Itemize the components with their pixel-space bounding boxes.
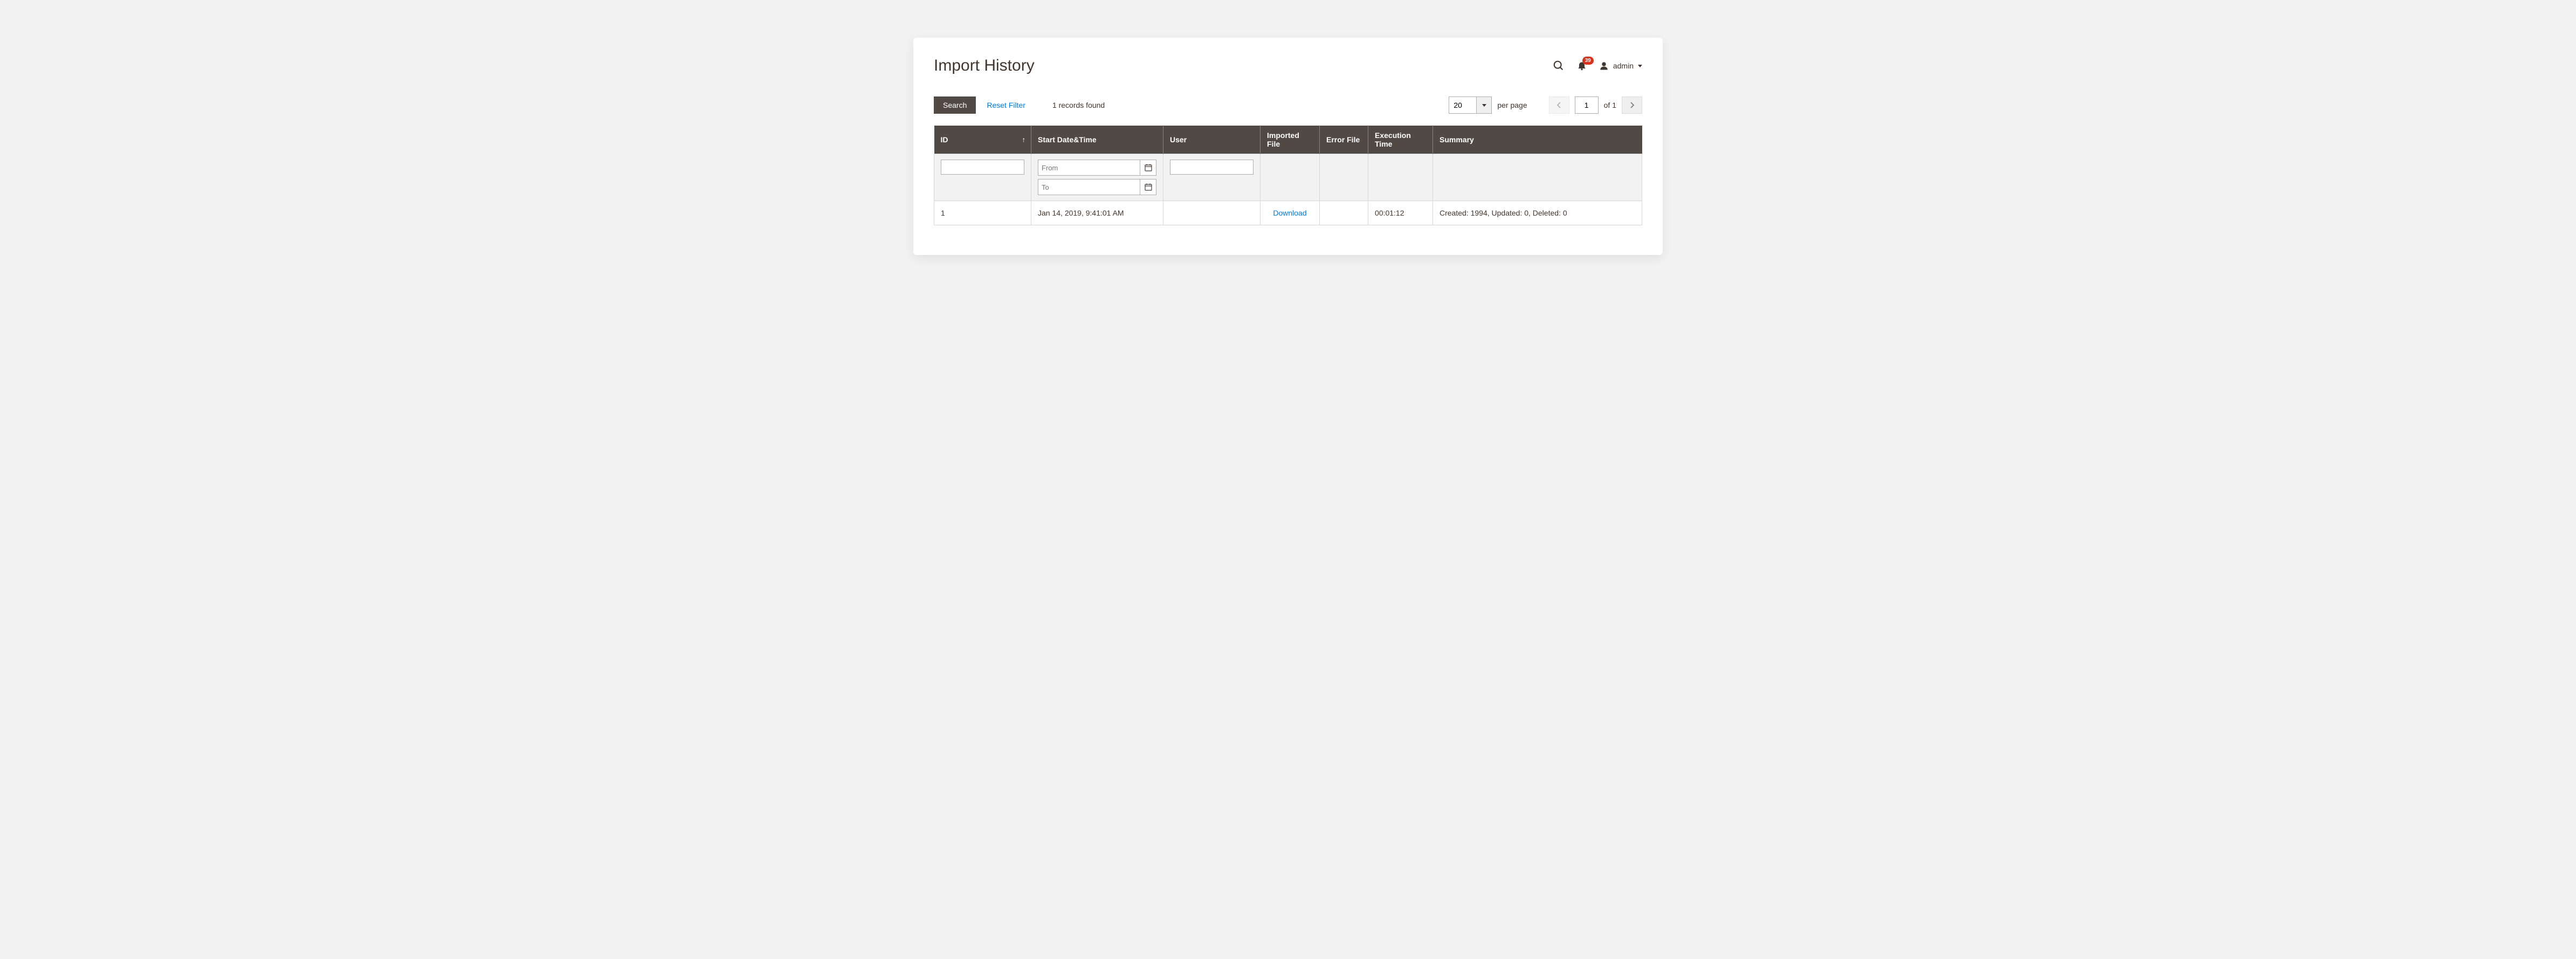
col-header-start[interactable]: Start Date&Time xyxy=(1031,126,1163,154)
per-page-input[interactable] xyxy=(1449,97,1476,113)
col-header-summary[interactable]: Summary xyxy=(1433,126,1642,154)
prev-page-button[interactable] xyxy=(1549,96,1569,114)
search-icon[interactable] xyxy=(1553,60,1565,72)
col-header-id[interactable]: ID ↑ xyxy=(934,126,1031,154)
per-page-dropdown-button[interactable] xyxy=(1476,97,1491,113)
page-of-label: of 1 xyxy=(1604,101,1616,109)
col-header-imported[interactable]: Imported File xyxy=(1261,126,1320,154)
user-menu[interactable]: admin xyxy=(1599,61,1642,71)
page-title: Import History xyxy=(934,57,1035,75)
filter-date-to-input[interactable] xyxy=(1038,179,1140,195)
table-header-row: ID ↑ Start Date&Time User Imported File … xyxy=(934,126,1642,154)
user-icon xyxy=(1599,61,1609,71)
page-card: Import History 39 admin Search R xyxy=(913,38,1663,255)
notifications-button[interactable]: 39 xyxy=(1576,60,1587,71)
download-link[interactable]: Download xyxy=(1273,209,1306,217)
per-page-label: per page xyxy=(1497,101,1527,109)
next-page-button[interactable] xyxy=(1622,96,1642,114)
page-header: Import History 39 admin xyxy=(934,57,1642,75)
user-name: admin xyxy=(1613,61,1634,70)
records-found: 1 records found xyxy=(1052,101,1105,109)
calendar-icon[interactable] xyxy=(1140,160,1156,176)
import-history-table: ID ↑ Start Date&Time User Imported File … xyxy=(934,126,1642,225)
toolbar: Search Reset Filter 1 records found per … xyxy=(934,96,1642,114)
notification-badge: 39 xyxy=(1582,57,1594,65)
col-header-exec[interactable]: Execution Time xyxy=(1368,126,1433,154)
filter-row xyxy=(934,154,1642,201)
per-page-select[interactable] xyxy=(1449,96,1492,114)
search-button[interactable]: Search xyxy=(934,96,976,114)
reset-filter-link[interactable]: Reset Filter xyxy=(987,101,1025,109)
filter-user-input[interactable] xyxy=(1170,160,1253,175)
col-header-user[interactable]: User xyxy=(1163,126,1261,154)
col-header-id-label: ID xyxy=(941,135,948,144)
cell-summary: Created: 1994, Updated: 0, Deleted: 0 xyxy=(1433,201,1642,225)
toolbar-right: per page of 1 xyxy=(1449,96,1642,114)
per-page-control: per page xyxy=(1449,96,1543,114)
calendar-icon[interactable] xyxy=(1140,179,1156,195)
toolbar-left: Search Reset Filter 1 records found xyxy=(934,96,1105,114)
cell-start: Jan 14, 2019, 9:41:01 AM xyxy=(1031,201,1163,225)
page-input[interactable] xyxy=(1575,96,1599,114)
chevron-down-icon xyxy=(1638,65,1642,67)
cell-id: 1 xyxy=(934,201,1031,225)
header-actions: 39 admin xyxy=(1553,60,1642,72)
filter-date-from-input[interactable] xyxy=(1038,160,1140,176)
table-row: 1 Jan 14, 2019, 9:41:01 AM Download 00:0… xyxy=(934,201,1642,225)
cell-user xyxy=(1163,201,1261,225)
sort-asc-icon: ↑ xyxy=(1022,136,1026,144)
cell-exec: 00:01:12 xyxy=(1368,201,1433,225)
cell-error xyxy=(1320,201,1368,225)
filter-id-input[interactable] xyxy=(941,160,1024,175)
col-header-error[interactable]: Error File xyxy=(1320,126,1368,154)
